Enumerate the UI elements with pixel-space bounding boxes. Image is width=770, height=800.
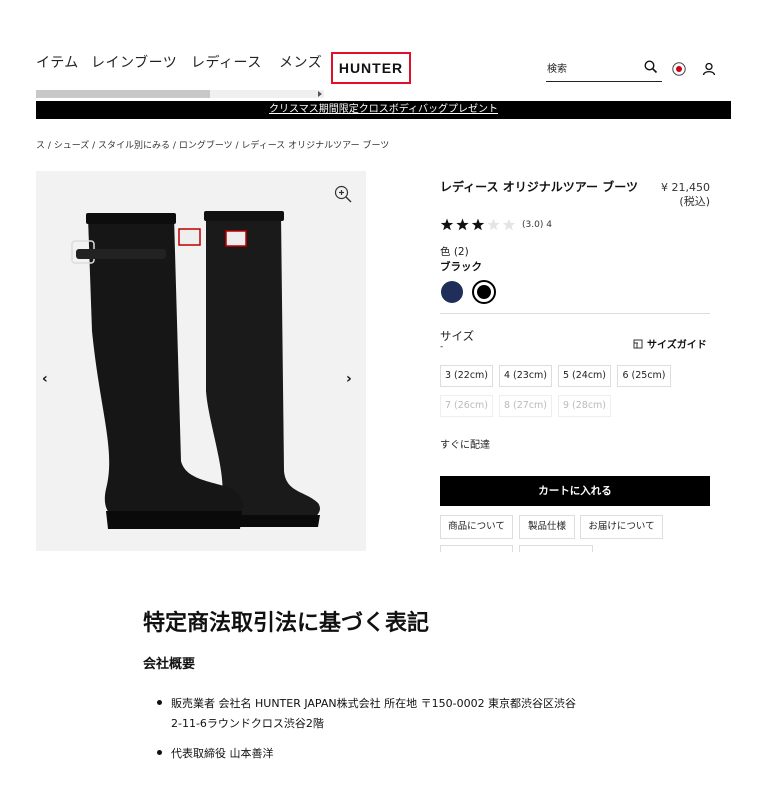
brand-logo-text: HUNTER (338, 60, 404, 76)
search-box[interactable] (546, 57, 662, 82)
product-title: レディース オリジナルツアー ブーツ (440, 180, 638, 194)
swatch-black-fill (477, 285, 491, 299)
search-input[interactable] (546, 62, 637, 75)
ruler-icon (633, 339, 643, 348)
prev-image-chevron-icon[interactable]: ‹ (42, 371, 48, 387)
breadcrumb[interactable]: ス / シューズ / スタイル別にみる / ロングブーツ / レディース オリジ… (36, 138, 389, 151)
search-icon[interactable] (644, 60, 658, 74)
product-gallery: ‹ › (36, 171, 366, 551)
promo-link[interactable]: クリスマス期間限定クロスボディバッグプレゼント (269, 104, 498, 115)
next-image-chevron-icon[interactable]: › (346, 371, 352, 387)
bullet (157, 700, 162, 705)
nav-item-ladies[interactable]: レディース (191, 52, 262, 72)
star-filled-icon (456, 218, 469, 231)
star-filled-icon (440, 218, 454, 231)
bullet (157, 750, 162, 755)
boots-image (71, 211, 320, 529)
star-empty-icon (502, 218, 516, 231)
divider (440, 313, 710, 314)
legal-heading: 特定商法取引法に基づく表記 (143, 611, 430, 636)
scroll-right-arrow-icon[interactable] (318, 91, 322, 97)
size-option[interactable]: 5 (24cm) (558, 365, 611, 387)
rating[interactable]: (3.0) 4 (440, 218, 552, 232)
brand-logo[interactable]: HUNTER (331, 52, 411, 84)
product-price: ¥ 21,450 (税込) (654, 181, 710, 209)
tab-partial[interactable] (519, 545, 593, 552)
size-label: サイズ (440, 329, 475, 343)
swatch-navy[interactable] (441, 281, 463, 303)
legal-item: 代表取締役 山本善洋 (171, 747, 274, 760)
star-filled-icon (471, 218, 485, 231)
nav-item-mens[interactable]: メンズ (279, 52, 322, 72)
tab-delivery[interactable]: お届けについて (580, 515, 663, 539)
nav-scrollbar[interactable] (36, 90, 324, 98)
rating-text: (3.0) 4 (522, 220, 552, 230)
color-value: ブラック (440, 261, 482, 273)
tab-about[interactable]: 商品について (440, 515, 513, 539)
tab-specs[interactable]: 製品仕様 (519, 515, 575, 539)
size-option-disabled[interactable]: 9 (28cm) (558, 395, 611, 417)
star-empty-icon (487, 218, 500, 231)
add-to-cart-button[interactable]: カートに入れる (440, 476, 710, 506)
tab-partial[interactable] (440, 545, 513, 552)
size-option[interactable]: 6 (25cm) (617, 365, 671, 387)
price-tax-note: (税込) (679, 195, 710, 208)
zoom-icon[interactable] (334, 185, 352, 203)
nav-item-rain-boots[interactable]: レインブーツ (91, 52, 177, 72)
delivery-note: すぐに配達 (440, 440, 490, 451)
size-guide-label: サイズガイド (647, 340, 707, 351)
star-rating-icon (440, 218, 516, 231)
legal-subheading: 会社概要 (143, 657, 196, 672)
legal-item: 販売業者 会社名 HUNTER JAPAN株式会社 所在地 〒150-0002 … (171, 697, 577, 710)
nav-scrollbar-thumb[interactable] (36, 90, 210, 98)
nav-item-items[interactable]: イテム (36, 52, 79, 72)
legal-item: 2-11-6ラウンドクロス渋谷2階 (171, 717, 324, 730)
size-option[interactable]: 3 (22cm) (440, 365, 493, 387)
swatch-black[interactable] (472, 280, 496, 304)
size-guide-link[interactable]: サイズガイド (633, 336, 707, 351)
size-option[interactable]: 4 (23cm) (499, 365, 552, 387)
color-label: 色 (2) (440, 246, 469, 258)
price-value: ¥ 21,450 (661, 181, 710, 194)
promo-banner: クリスマス期間限定クロスボディバッグプレゼント (36, 101, 731, 119)
flag-icon[interactable] (672, 62, 686, 76)
size-option-disabled[interactable]: 8 (27cm) (499, 395, 552, 417)
size-option-disabled[interactable]: 7 (26cm) (440, 395, 493, 417)
size-value: - (440, 342, 444, 352)
user-icon[interactable] (702, 62, 716, 76)
